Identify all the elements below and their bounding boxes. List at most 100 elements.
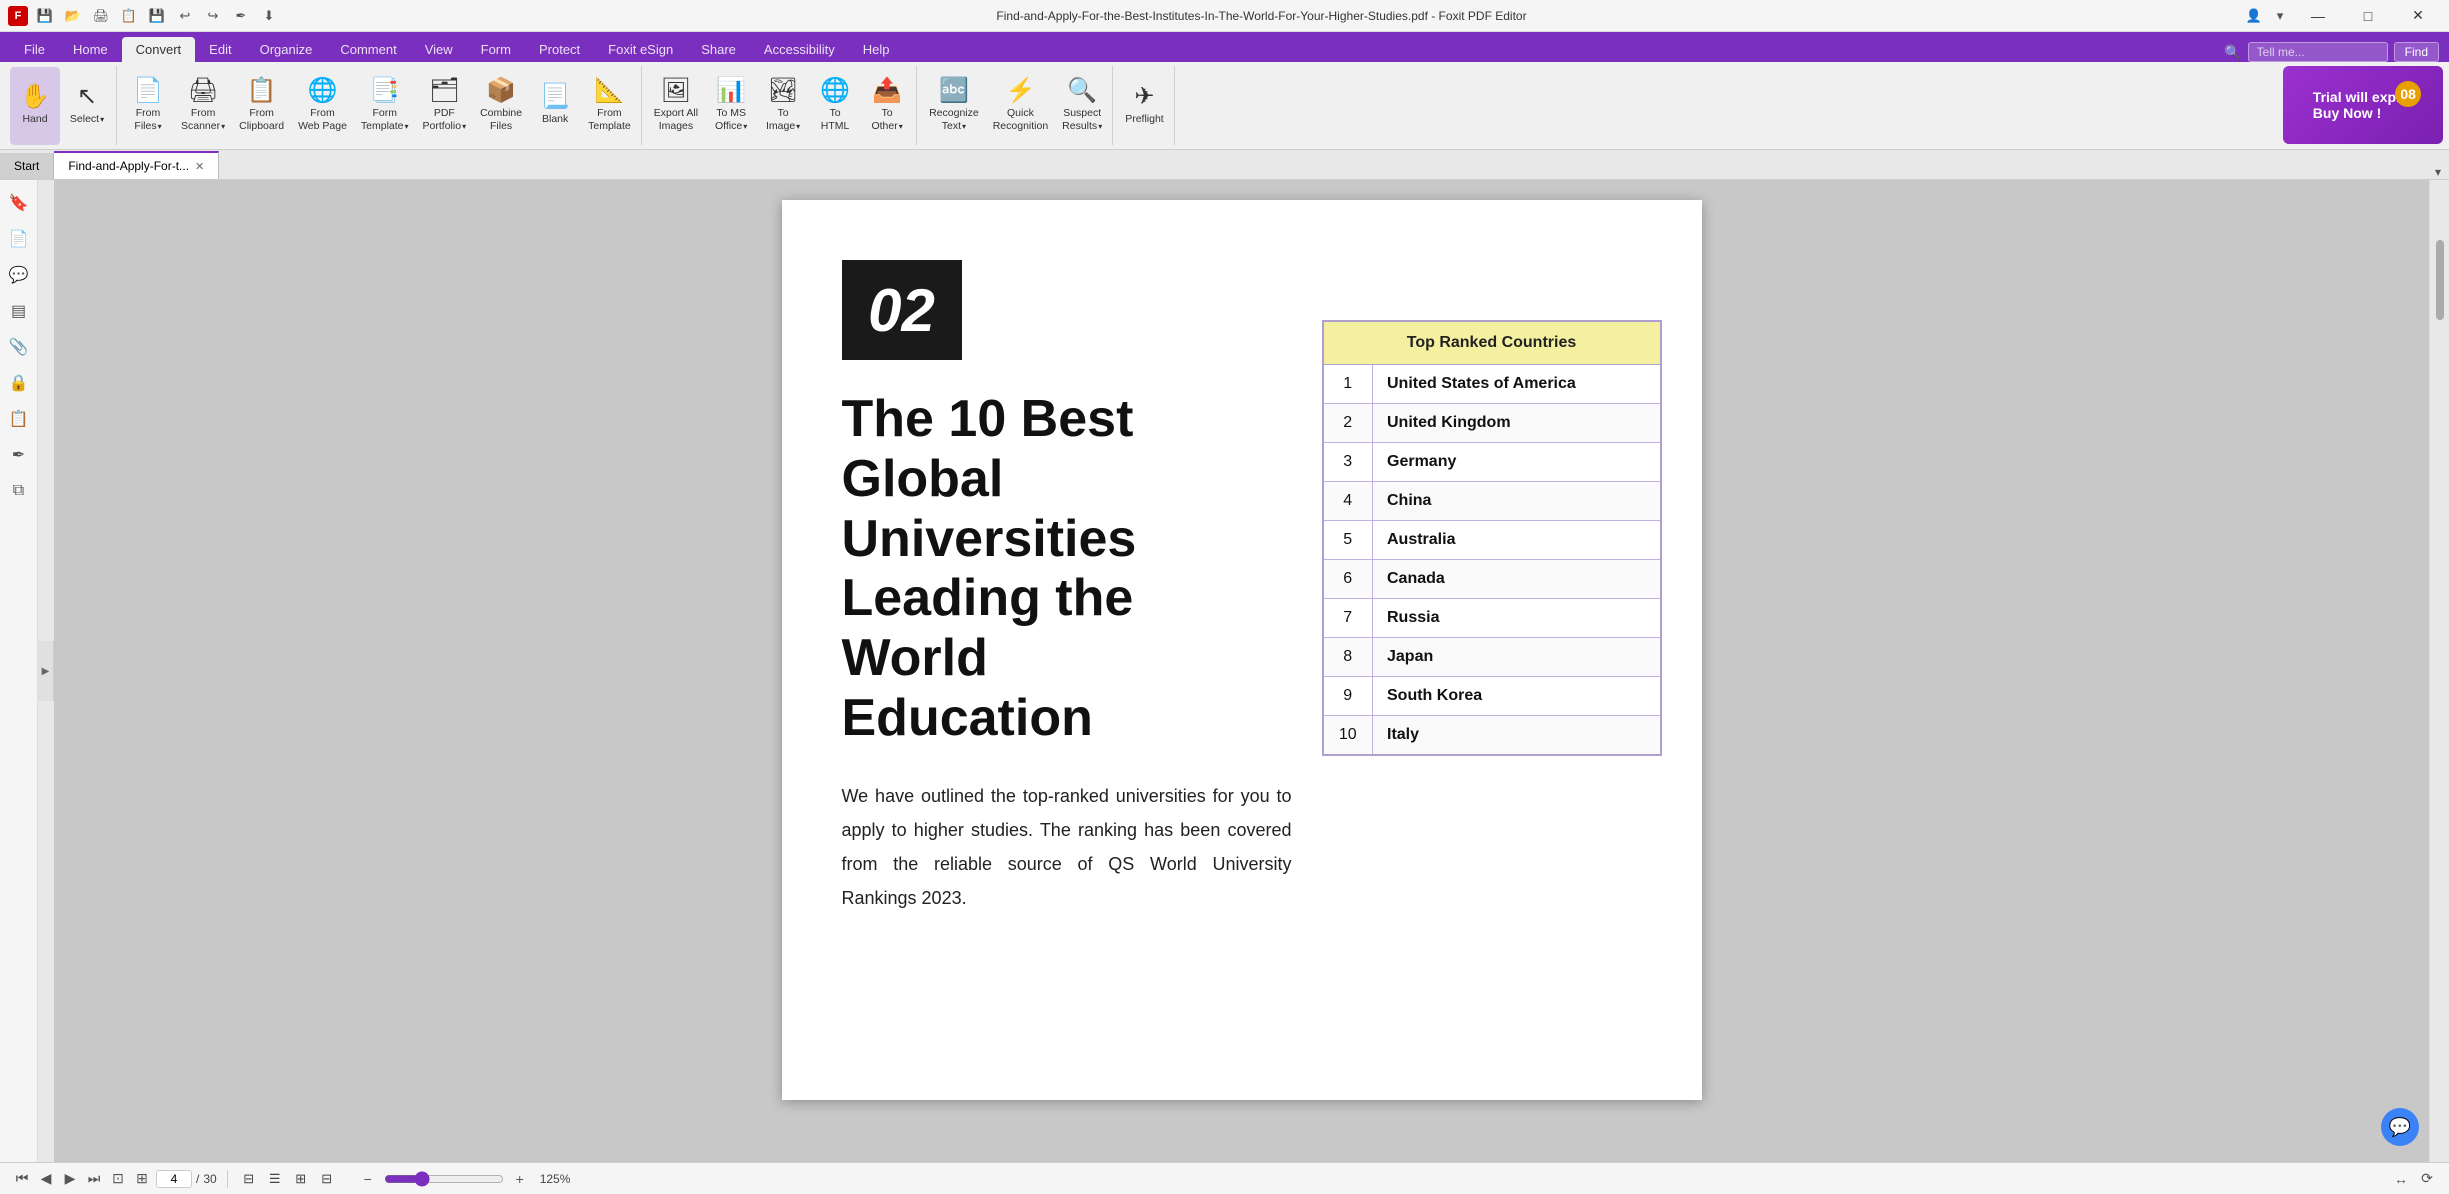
combine-files-button[interactable]: 📦 CombineFiles (474, 67, 528, 145)
tab-organize[interactable]: Organize (246, 37, 327, 62)
page-separator: / (196, 1172, 199, 1186)
fit-page-button[interactable]: ⊡ (108, 1169, 128, 1189)
tab-convert[interactable]: Convert (122, 37, 196, 62)
titlebar: F 💾 📂 🖨 📋 💾 ↩ ↪ ✒ ⬇ Find-and-Apply-For-t… (0, 0, 2449, 32)
down-btn[interactable]: ⬇ (258, 5, 280, 27)
sidebar-output-icon[interactable]: 📋 (4, 404, 34, 434)
zoom-in-btn[interactable]: + (510, 1169, 530, 1189)
recognize-text-button[interactable]: 🔤 RecognizeText▾ (923, 67, 985, 145)
chat-button[interactable]: 💬 (2381, 1108, 2419, 1146)
panel-toggle[interactable]: ▶ (38, 641, 54, 701)
scrollbar-thumb[interactable] (2436, 240, 2444, 320)
trial-badge[interactable]: Trial will expire Buy Now ! 08 (2283, 66, 2443, 144)
from-files-button[interactable]: 📄 FromFiles▾ (123, 67, 173, 145)
tab-share[interactable]: Share (687, 37, 750, 62)
blank-button[interactable]: 📃 Blank (530, 67, 580, 145)
sidebar-security-icon[interactable]: 🔒 (4, 368, 34, 398)
to-image-button[interactable]: 🏞 ToImage▾ (758, 67, 808, 145)
next-page-button[interactable]: ▶ (60, 1169, 80, 1189)
sidebar-layers-icon[interactable]: ▤ (4, 296, 34, 326)
sidebar-comment-icon[interactable]: 💬 (4, 260, 34, 290)
hand-button[interactable]: ✋ Hand (10, 67, 60, 145)
pdf-portfolio-button[interactable]: 🗂 PDFPortfolio▾ (417, 67, 473, 145)
minimize-button[interactable]: — (2295, 0, 2341, 32)
page-number-input[interactable] (156, 1170, 192, 1188)
sidebar-copy-icon[interactable]: ⧉ (4, 476, 34, 506)
props-btn[interactable]: 📋 (118, 5, 140, 27)
clipboard-icon: 📋 (247, 79, 277, 103)
export-all-images-button[interactable]: 🖼 Export AllImages (648, 67, 704, 145)
sidebar-bookmark-icon[interactable]: 🔖 (4, 188, 34, 218)
tab-home[interactable]: Home (59, 37, 122, 62)
preflight-icon: ✈ (1134, 85, 1154, 109)
reflow-btn[interactable]: ⟳ (2417, 1169, 2437, 1189)
tab-foxit-esign[interactable]: Foxit eSign (594, 37, 687, 62)
continuous-page-icon[interactable]: ☰ (264, 1168, 286, 1190)
tab-comment[interactable]: Comment (326, 37, 410, 62)
zoom-out-btn[interactable]: − (358, 1169, 378, 1189)
zoom-slider[interactable] (384, 1171, 504, 1187)
sidebar-attachments-icon[interactable]: 📎 (4, 332, 34, 362)
close-button[interactable]: ✕ (2395, 0, 2441, 32)
quick-rec-icon: ⚡ (1006, 79, 1036, 103)
page-num-display: 02 (868, 276, 935, 345)
redo-btn[interactable]: ↪ (202, 5, 224, 27)
trial-line2: Buy Now ! (2313, 105, 2413, 121)
sidebar-signature-icon[interactable]: ✒ (4, 440, 34, 470)
last-page-button[interactable]: ⏭ (84, 1169, 104, 1189)
from-scanner-button[interactable]: 🖨 FromScanner▾ (175, 67, 231, 145)
pdf-viewer[interactable]: 02 The 10 BestGlobal UniversitiesLeading… (54, 180, 2429, 1162)
tab-view[interactable]: View (411, 37, 467, 62)
images-icon: 🖼 (661, 79, 691, 103)
view-mode-icons: ⊟ ☰ ⊞ ⊟ (238, 1168, 338, 1190)
two-continuous-icon[interactable]: ⊟ (316, 1168, 338, 1190)
two-page-icon[interactable]: ⊞ (290, 1168, 312, 1190)
account-btn[interactable]: ▾ (2269, 5, 2291, 27)
save2-btn[interactable]: 💾 (146, 5, 168, 27)
full-screen-button[interactable]: ⊞ (132, 1169, 152, 1189)
maximize-button[interactable]: □ (2345, 0, 2391, 32)
save-btn[interactable]: 💾 (34, 5, 56, 27)
user-icon[interactable]: 👤 (2243, 5, 2265, 27)
to-html-button[interactable]: 🌐 ToHTML (810, 67, 860, 145)
tab-document[interactable]: Find-and-Apply-For-t... ✕ (54, 151, 219, 179)
search-input[interactable] (2248, 42, 2388, 62)
single-page-icon[interactable]: ⊟ (238, 1168, 260, 1190)
find-button[interactable]: Find (2394, 42, 2439, 62)
collapse-btn[interactable]: ▾ (2435, 165, 2449, 179)
tab-edit[interactable]: Edit (195, 37, 245, 62)
tab-file[interactable]: File (10, 37, 59, 62)
tab-protect[interactable]: Protect (525, 37, 594, 62)
select-button[interactable]: ↖ Select▾ (62, 67, 112, 145)
prev-page-button[interactable]: ◀ (36, 1169, 56, 1189)
sidebar-pages-icon[interactable]: 📄 (4, 224, 34, 254)
rank-10: 10 (1323, 716, 1373, 756)
form-template-button[interactable]: 📑 FormTemplate▾ (355, 67, 415, 145)
table-row: 5 Australia (1323, 521, 1661, 560)
dropdown-arrow: ▾ (962, 122, 966, 131)
preflight-button[interactable]: ✈ Preflight (1119, 67, 1170, 145)
fit-width-btn[interactable]: ↔ (2391, 1169, 2411, 1189)
open-btn[interactable]: 📂 (62, 5, 84, 27)
from-clipboard-button[interactable]: 📋 FromClipboard (233, 67, 290, 145)
sign-btn[interactable]: ✒ (230, 5, 252, 27)
from-template-button[interactable]: 📐 FromTemplate (582, 67, 637, 145)
right-scrollbar[interactable] (2429, 180, 2449, 1162)
table-row: 8 Japan (1323, 638, 1661, 677)
tab-help[interactable]: Help (849, 37, 904, 62)
to-ms-office-button[interactable]: 📊 To MSOffice▾ (706, 67, 756, 145)
undo-btn[interactable]: ↩ (174, 5, 196, 27)
tab-accessibility[interactable]: Accessibility (750, 37, 849, 62)
dropdown-arrow: ▾ (796, 122, 800, 131)
first-page-button[interactable]: ⏮ (12, 1169, 32, 1189)
to-other-button[interactable]: 📤 ToOther▾ (862, 67, 912, 145)
quick-recognition-button[interactable]: ⚡ QuickRecognition (987, 67, 1054, 145)
tab-form[interactable]: Form (467, 37, 525, 62)
tab-close-icon[interactable]: ✕ (195, 160, 204, 173)
suspect-results-button[interactable]: 🔍 SuspectResults▾ (1056, 67, 1108, 145)
rank-1: 1 (1323, 365, 1373, 404)
tab-start[interactable]: Start (0, 153, 54, 179)
from-web-page-button[interactable]: 🌐 FromWeb Page (292, 67, 353, 145)
dropdown-arrow: ▾ (100, 115, 104, 124)
print-btn[interactable]: 🖨 (90, 5, 112, 27)
